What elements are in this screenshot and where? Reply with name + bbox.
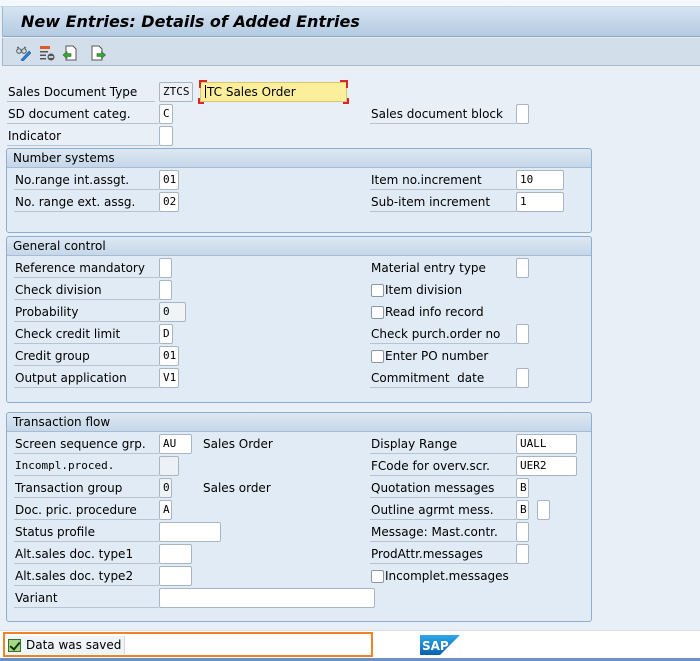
commitment-date-label: Commitment date [370, 368, 516, 388]
outline-agrmt-mess-label: Outline agrmt mess. [370, 500, 516, 520]
transaction-group-field[interactable]: 0 [159, 478, 172, 498]
sales-document-type-description-field[interactable]: TC Sales Order [199, 80, 348, 102]
indicator-field[interactable] [159, 126, 173, 146]
transaction-group-description: Sales order [203, 481, 271, 495]
no-range-ext-field[interactable]: 02 [159, 192, 179, 212]
screen-sequence-grp-label: Screen sequence grp. [14, 434, 159, 454]
delete-icon[interactable] [39, 45, 55, 61]
fcode-overv-scr-field[interactable]: UER2 [516, 456, 577, 476]
outline-agrmt-mess-field-2[interactable] [537, 500, 550, 520]
doc-pric-procedure-label: Doc. pric. procedure [14, 500, 159, 520]
focus-corner [198, 98, 204, 104]
alt-sales-doc-type1-field[interactable] [159, 544, 192, 564]
no-range-int-label: No.range int.assgt. [14, 170, 159, 190]
incompl-proced-label: Incompl.proced. [14, 456, 159, 476]
doc-pric-procedure-field[interactable]: A [159, 500, 172, 520]
item-division-label: Item division [385, 283, 463, 297]
quotation-messages-label: Quotation messages [370, 478, 516, 498]
item-no-increment-label: Item no.increment [370, 170, 516, 190]
status-message-highlight: Data was saved [3, 632, 373, 657]
number-systems-group: Number systems [6, 148, 592, 233]
sales-document-type-label: Sales Document Type [7, 82, 155, 102]
success-check-icon [8, 638, 21, 652]
display-range-label: Display Range [370, 434, 516, 454]
credit-group-field[interactable]: 01 [159, 346, 179, 366]
check-purch-order-no-field[interactable] [516, 324, 529, 344]
sales-document-type-field[interactable]: ZTCS [159, 82, 193, 102]
display-range-field[interactable]: UALL [516, 434, 577, 454]
alt-sales-doc-type2-field[interactable] [159, 566, 192, 586]
number-systems-title: Number systems [7, 149, 591, 168]
status-profile-label: Status profile [14, 522, 159, 542]
sub-item-increment-field[interactable]: 1 [516, 192, 564, 212]
application-toolbar [2, 38, 700, 66]
sales-document-type-description: TC Sales Order [207, 85, 296, 99]
check-division-label: Check division [14, 280, 159, 300]
page-title: New Entries: Details of Added Entries [21, 12, 360, 31]
focus-corner [343, 98, 349, 104]
read-info-record-checkbox[interactable] [371, 306, 384, 319]
check-credit-limit-label: Check credit limit [14, 324, 159, 344]
text-cursor [205, 85, 206, 98]
sales-document-block-field[interactable] [516, 104, 529, 124]
reference-mandatory-field[interactable] [159, 258, 172, 278]
check-credit-limit-field[interactable]: D [159, 324, 173, 344]
output-application-label: Output application [14, 368, 159, 388]
probability-label: Probability [14, 302, 159, 322]
quotation-messages-field[interactable]: B [516, 478, 529, 498]
enter-po-number-checkbox[interactable] [371, 350, 384, 363]
indicator-label: Indicator [7, 126, 159, 146]
status-profile-field[interactable] [159, 522, 221, 542]
general-control-title: General control [7, 237, 591, 256]
reference-mandatory-label: Reference mandatory [14, 258, 159, 278]
alt-sales-doc-type2-label: Alt.sales doc. type2 [14, 566, 159, 586]
probability-field[interactable]: 0 [159, 302, 186, 322]
material-entry-type-label: Material entry type [371, 261, 486, 275]
item-division-checkbox[interactable] [371, 284, 384, 297]
incomplet-messages-label: Incomplet.messages [385, 569, 509, 583]
sap-logo-icon: SAP [420, 635, 460, 655]
message-mast-contr-label: Message: Mast.contr. [370, 522, 516, 542]
screen-sequence-grp-description: Sales Order [203, 437, 273, 451]
enter-po-number-label: Enter PO number [385, 349, 489, 363]
transaction-flow-title: Transaction flow [7, 413, 591, 432]
message-mast-contr-field[interactable] [516, 522, 529, 542]
sd-document-categ-field[interactable]: C [159, 104, 173, 124]
commitment-date-field[interactable] [516, 368, 529, 388]
check-division-field[interactable] [159, 280, 172, 300]
next-entry-icon[interactable] [90, 45, 106, 61]
sales-document-block-label: Sales document block [370, 104, 516, 124]
window-top-strip [0, 0, 700, 7]
material-entry-type-field[interactable] [516, 258, 529, 278]
alt-sales-doc-type1-label: Alt.sales doc. type1 [14, 544, 159, 564]
sap-logo-text: SAP [422, 639, 449, 653]
prodattr-messages-label: ProdAttr.messages [370, 544, 516, 564]
fcode-overv-scr-label: FCode for overv.scr. [370, 456, 516, 476]
no-range-int-field[interactable]: 01 [159, 170, 179, 190]
check-purch-order-no-label: Check purch.order no [370, 324, 516, 344]
no-range-ext-label: No. range ext. assg. [14, 192, 159, 212]
sub-item-increment-label: Sub-item increment [370, 192, 516, 212]
status-message[interactable]: Data was saved [8, 636, 126, 654]
screen-sequence-grp-field[interactable]: AU [159, 434, 192, 454]
prodattr-messages-field[interactable] [516, 544, 529, 564]
title-bar: New Entries: Details of Added Entries [2, 7, 700, 37]
item-no-increment-field[interactable]: 10 [516, 170, 564, 190]
variant-field[interactable] [159, 588, 375, 608]
credit-group-label: Credit group [14, 346, 159, 366]
previous-entry-icon[interactable] [62, 45, 78, 61]
incomplet-messages-checkbox[interactable] [371, 570, 384, 583]
read-info-record-label: Read info record [385, 305, 484, 319]
incompl-proced-field[interactable] [159, 456, 179, 476]
variant-label: Variant [14, 588, 159, 608]
display-change-icon[interactable] [15, 45, 31, 61]
outline-agrmt-mess-field[interactable]: B [516, 500, 529, 520]
transaction-group-label: Transaction group [14, 478, 159, 498]
output-application-field[interactable]: V1 [159, 368, 179, 388]
sd-document-categ-label: SD document categ. [7, 104, 159, 124]
status-message-text: Data was saved [26, 638, 122, 652]
